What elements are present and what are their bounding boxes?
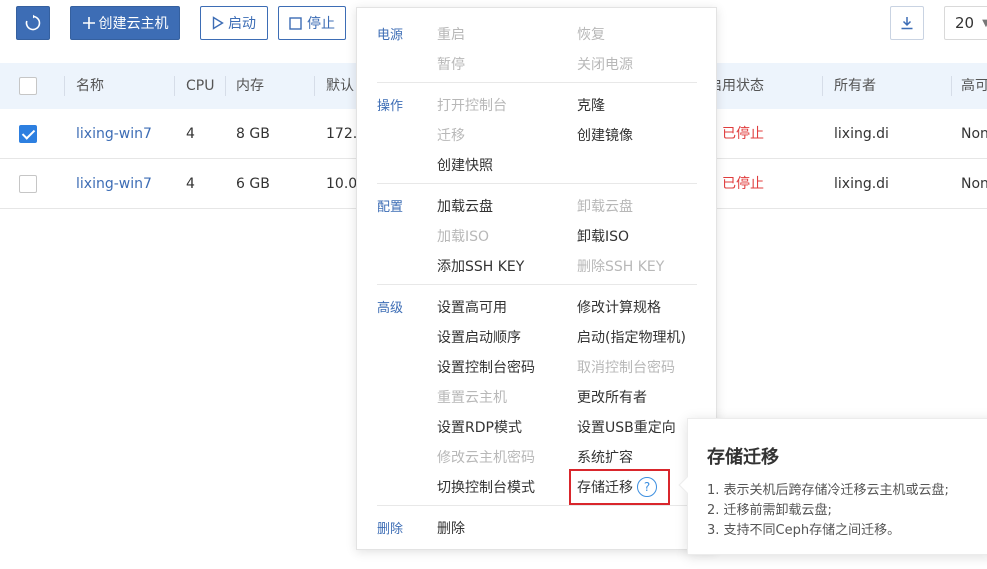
menu-item-delete[interactable]: 删除: [437, 518, 465, 538]
menu-item-change-owner[interactable]: 更改所有者: [577, 387, 647, 407]
column-header-memory[interactable]: 内存: [236, 63, 264, 109]
page-size-select[interactable]: 20 ▼: [944, 6, 987, 40]
storage-migration-tooltip: 存储迁移 1. 表示关机后跨存储冷迁移云主机或云盘; 2. 迁移前需卸载云盘; …: [678, 418, 987, 555]
column-divider: [174, 76, 175, 96]
column-divider: [822, 76, 823, 96]
status-cell: 已停止: [722, 176, 764, 192]
menu-item-clone[interactable]: 克隆: [577, 95, 605, 115]
vm-name-link[interactable]: lixing-win7: [76, 109, 152, 159]
column-divider: [64, 76, 65, 96]
menu-item-delete-ssh-key: 删除SSH KEY: [577, 259, 665, 275]
column-divider: [225, 76, 226, 96]
download-icon: [901, 17, 913, 30]
menu-item-boot-order[interactable]: 设置启动顺序: [437, 327, 521, 347]
cpu-cell: 4: [186, 176, 195, 192]
ha-cell: Non: [961, 176, 987, 192]
menu-item-change-vm-password: 修改云主机密码: [437, 450, 535, 466]
menu-divider: [377, 183, 697, 184]
menu-item-detach-iso[interactable]: 卸载ISO: [577, 226, 629, 246]
tooltip-line: 2. 迁移前需卸载云盘;: [707, 503, 832, 518]
menu-item-attach-volume[interactable]: 加载云盘: [437, 196, 493, 216]
refresh-icon: [25, 14, 41, 31]
menu-item-set-console-password[interactable]: 设置控制台密码: [437, 357, 535, 377]
row-checkbox[interactable]: [19, 175, 37, 193]
tooltip-line: 3. 支持不同Ceph存储之间迁移。: [707, 523, 901, 538]
menu-divider: [377, 82, 697, 83]
menu-item-pause: 暂停: [437, 57, 465, 73]
menu-item-switch-console-mode[interactable]: 切换控制台模式: [437, 477, 535, 497]
menu-item-open-console: 打开控制台: [437, 98, 507, 114]
column-header-cpu[interactable]: CPU: [186, 63, 214, 109]
more-actions-menu: 电源 重启 恢复 暂停 关闭电源 操作 打开控制台 克隆 迁移 创建镜像 创建快…: [356, 7, 717, 550]
row-checkbox[interactable]: [19, 125, 37, 143]
create-vm-label: 创建云主机: [98, 16, 169, 32]
menu-item-restart: 重启: [437, 27, 465, 43]
menu-item-power-off: 关闭电源: [577, 57, 633, 73]
menu-item-expand-root-volume[interactable]: 系统扩容: [577, 447, 633, 467]
tooltip-line: 1. 表示关机后跨存储冷迁移云主机或云盘;: [707, 483, 949, 498]
menu-divider: [377, 284, 697, 285]
page-size-value: 20: [955, 14, 975, 32]
select-all-checkbox[interactable]: [19, 77, 37, 95]
menu-item-set-ha[interactable]: 设置高可用: [437, 297, 507, 317]
plus-icon: [82, 17, 95, 29]
memory-cell: 8 GB: [236, 126, 270, 142]
refresh-button[interactable]: [16, 6, 50, 40]
column-header-default-ip[interactable]: 默认: [326, 63, 354, 109]
menu-item-create-image[interactable]: 创建镜像: [577, 125, 633, 145]
menu-item-start-on-host[interactable]: 启动(指定物理机): [577, 327, 686, 347]
menu-section-config: 配置: [377, 200, 404, 215]
menu-item-storage-migration[interactable]: 存储迁移: [577, 477, 633, 497]
menu-item-resume: 恢复: [577, 27, 605, 43]
help-icon[interactable]: ?: [637, 477, 657, 497]
play-icon: [212, 16, 224, 30]
menu-item-set-usb-redirect[interactable]: 设置USB重定向: [577, 417, 676, 437]
menu-section-advanced: 高级: [377, 301, 404, 316]
column-header-owner[interactable]: 所有者: [834, 63, 876, 109]
owner-cell: lixing.di: [834, 126, 889, 142]
ip-cell: 172.: [326, 126, 358, 142]
menu-item-migrate: 迁移: [437, 128, 465, 144]
stop-icon: [289, 16, 302, 30]
menu-divider: [377, 505, 697, 506]
menu-section-power: 电源: [377, 28, 404, 43]
vm-name-link[interactable]: lixing-win7: [76, 159, 152, 209]
stop-button[interactable]: 停止: [278, 6, 346, 40]
menu-item-change-offering[interactable]: 修改计算规格: [577, 297, 661, 317]
owner-cell: lixing.di: [834, 176, 889, 192]
menu-item-attach-iso: 加载ISO: [437, 229, 490, 245]
column-divider: [314, 76, 315, 96]
menu-item-reset-vm: 重置云主机: [437, 390, 507, 406]
menu-section-operations: 操作: [377, 99, 404, 114]
tooltip-title: 存储迁移: [707, 447, 779, 468]
menu-item-create-snapshot[interactable]: 创建快照: [437, 155, 493, 175]
ha-cell: Non: [961, 126, 987, 142]
start-button[interactable]: 启动: [200, 6, 268, 40]
menu-item-add-ssh-key[interactable]: 添加SSH KEY: [437, 256, 524, 276]
menu-item-detach-volume: 卸载云盘: [577, 199, 633, 215]
column-divider: [951, 76, 952, 96]
download-button[interactable]: [890, 6, 924, 40]
column-header-name[interactable]: 名称: [76, 63, 104, 109]
status-cell: 已停止: [722, 126, 764, 142]
stop-label: 停止: [307, 16, 335, 32]
chevron-down-icon: ▼: [982, 17, 987, 29]
create-vm-button[interactable]: 创建云主机: [70, 6, 180, 40]
menu-section-delete: 删除: [377, 522, 404, 537]
memory-cell: 6 GB: [236, 176, 270, 192]
menu-item-cancel-console-password: 取消控制台密码: [577, 360, 675, 376]
cpu-cell: 4: [186, 126, 195, 142]
column-header-ha[interactable]: 高可: [961, 63, 987, 109]
menu-item-set-rdp-mode[interactable]: 设置RDP模式: [437, 417, 522, 437]
start-label: 启动: [228, 16, 256, 32]
